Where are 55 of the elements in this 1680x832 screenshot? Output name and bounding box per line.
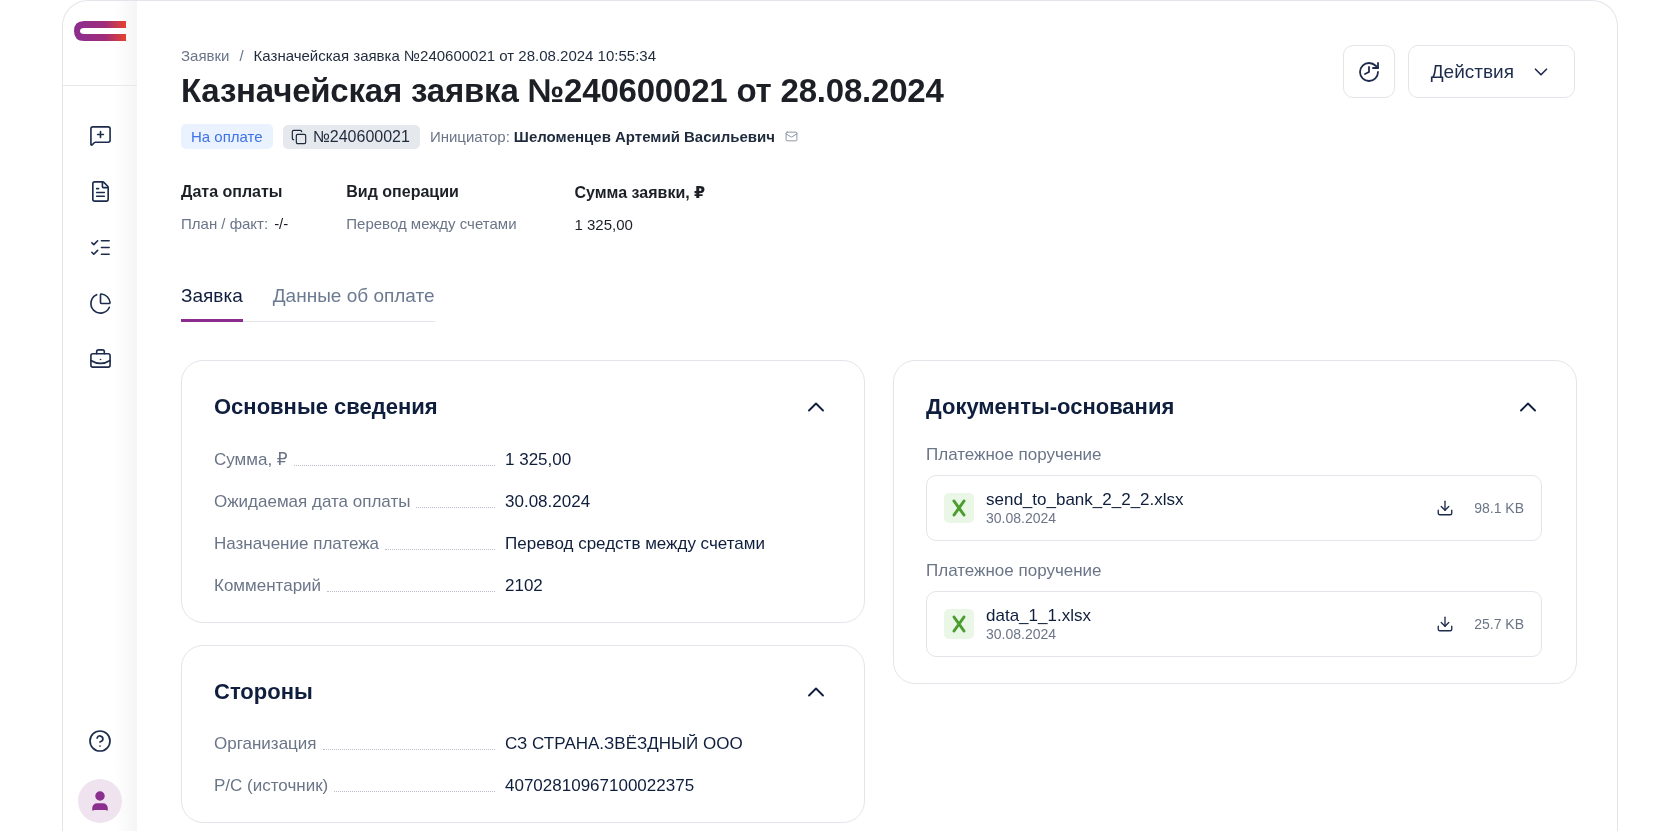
spreadsheet-icon <box>944 493 974 523</box>
file-name: data_1_1.xlsx <box>986 606 1092 626</box>
card-title: Документы-основания <box>926 394 1175 420</box>
tab[interactable]: Заявка <box>181 285 243 322</box>
summary-value: -/- <box>274 215 289 232</box>
user-avatar[interactable] <box>78 779 122 823</box>
history-icon <box>1356 59 1381 84</box>
field-value: Перевод средств между счетами <box>505 534 766 554</box>
summary-label: Дата оплаты <box>181 183 284 201</box>
tab[interactable]: Данные об оплате <box>272 285 435 322</box>
field-label: Сумма, ₽ <box>214 449 288 470</box>
field-value: 1 325,00 <box>505 450 573 470</box>
file-item[interactable]: data_1_1.xlsx 30.08.2024 25.7 KB <box>926 591 1542 657</box>
summary-value: Перевод между счетами <box>346 215 517 232</box>
field-value: 2102 <box>505 576 544 596</box>
field-value: СЗ СТРАНА.ЗВЁЗДНЫЙ ООО <box>505 734 744 754</box>
briefcase-icon[interactable] <box>88 348 112 371</box>
field-label: Назначение платежа <box>214 534 380 554</box>
breadcrumb-separator: / <box>239 47 244 64</box>
initiator-name: Шеломенцев Артемий Васильевич <box>513 128 775 145</box>
message-plus-icon[interactable] <box>88 124 112 147</box>
breadcrumb-item: Казначейская заявка №240600021 от 28.08.2024 10:55:34 <box>253 47 656 64</box>
logo-icon <box>74 21 126 41</box>
page-title: Казначейская заявка №240600021 от 28.08.2024 <box>181 72 944 110</box>
number-badge[interactable]: №240600021 <box>282 124 420 149</box>
field-value: 30.08.2024 <box>505 492 592 512</box>
initiator-label: Инициатор: <box>429 128 510 145</box>
help-icon[interactable] <box>88 729 112 753</box>
download-icon[interactable] <box>1436 615 1455 633</box>
card-title: Стороны <box>214 679 313 705</box>
field-label: Комментарий <box>214 576 322 596</box>
file-name: send_to_bank_2_2_2.xlsx <box>986 490 1185 510</box>
breadcrumb-item[interactable]: Заявки <box>181 47 230 64</box>
file-size: 25.7 KB <box>1474 616 1524 632</box>
document-type: Платежное поручение <box>926 561 1103 581</box>
summary-prefix: План / факт: <box>181 215 269 232</box>
field-value: 40702810967100022375 <box>505 776 696 796</box>
document-type: Платежное поручение <box>926 445 1103 465</box>
field-label: Организация <box>214 734 317 754</box>
card-title: Основные сведения <box>214 394 438 420</box>
spreadsheet-icon <box>944 609 974 639</box>
summary-label: Сумма заявки, ₽ <box>574 183 706 202</box>
pie-chart-icon[interactable] <box>88 292 112 315</box>
download-icon[interactable] <box>1436 499 1455 517</box>
actions-button[interactable]: Действия <box>1407 45 1575 98</box>
file-date: 30.08.2024 <box>986 510 1058 526</box>
summary-label: Вид операции <box>346 183 460 201</box>
field-label: Р/С (источник) <box>214 776 329 796</box>
file-size: 98.1 KB <box>1474 500 1524 516</box>
file-date: 30.08.2024 <box>986 626 1058 642</box>
summary-value: 1 325,00 <box>574 216 633 233</box>
status-badge: На оплате <box>181 124 273 149</box>
field-label: Ожидаемая дата оплаты <box>214 492 411 512</box>
file-item[interactable]: send_to_bank_2_2_2.xlsx 30.08.2024 98.1 KB <box>926 475 1542 541</box>
history-button[interactable] <box>1342 45 1395 98</box>
